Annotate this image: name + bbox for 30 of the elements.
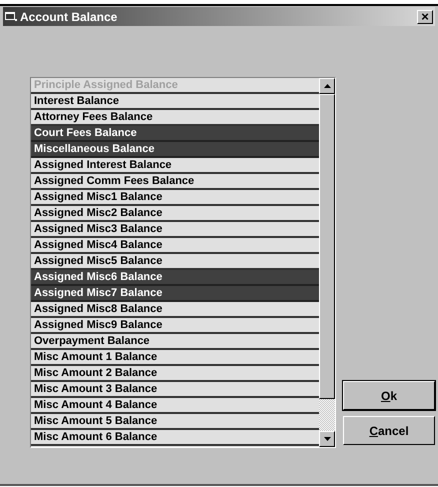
- scroll-down-button[interactable]: [319, 431, 335, 447]
- scroll-thumb[interactable]: [319, 94, 335, 399]
- list-item[interactable]: Misc Amount 3 Balance: [31, 382, 319, 398]
- list-item[interactable]: Overpayment Balance: [31, 334, 319, 350]
- list-item[interactable]: Assigned Misc4 Balance: [31, 238, 319, 254]
- down-arrow-icon: [324, 437, 330, 441]
- list-item[interactable]: Court Fees Balance: [31, 126, 319, 142]
- list-item[interactable]: Assigned Misc3 Balance: [31, 222, 319, 238]
- window-title: Account Balance: [20, 8, 118, 26]
- list-item[interactable]: Misc Amount 4 Balance: [31, 398, 319, 414]
- window-icon: [5, 11, 17, 22]
- ok-button[interactable]: Ok: [343, 381, 435, 410]
- list-item[interactable]: Misc Amount 2 Balance: [31, 366, 319, 382]
- list-item[interactable]: Assigned Interest Balance: [31, 158, 319, 174]
- up-arrow-icon: [324, 84, 330, 88]
- close-button[interactable]: ×: [417, 10, 433, 24]
- list-item[interactable]: Interest Balance: [31, 94, 319, 110]
- list-item[interactable]: Assigned Misc7 Balance: [31, 286, 319, 302]
- scroll-up-button[interactable]: [319, 78, 335, 94]
- list-item[interactable]: Assigned Misc1 Balance: [31, 190, 319, 206]
- list-item[interactable]: Assigned Misc6 Balance: [31, 270, 319, 286]
- list-item[interactable]: Misc Amount 1 Balance: [31, 350, 319, 366]
- list-item[interactable]: Assigned Misc9 Balance: [31, 318, 319, 334]
- list-item[interactable]: Misc Amount 5 Balance: [31, 414, 319, 430]
- list-item[interactable]: Assigned Misc2 Balance: [31, 206, 319, 222]
- list-item[interactable]: Misc Amount 6 Balance: [31, 430, 319, 446]
- list-item[interactable]: Assigned Comm Fees Balance: [31, 174, 319, 190]
- cancel-button[interactable]: Cancel: [343, 416, 435, 445]
- list-item[interactable]: Assigned Misc8 Balance: [31, 302, 319, 318]
- list-item[interactable]: Miscellaneous Balance: [31, 142, 319, 158]
